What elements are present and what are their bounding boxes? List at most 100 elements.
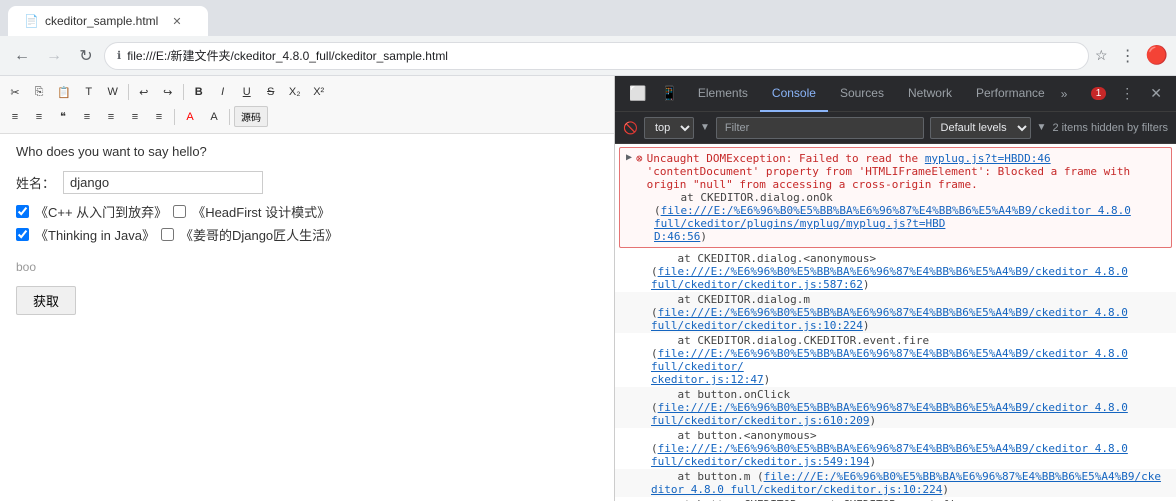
- toolbar-separator-3: [174, 109, 175, 125]
- toolbar-row-2: ≡ ≡ ❝ ≡ ≡ ≡ ≡ A A 源码: [4, 104, 610, 129]
- devtools-settings-btn[interactable]: ⋮: [1114, 81, 1140, 106]
- checkbox-cpp[interactable]: [16, 205, 29, 218]
- name-field-row: 姓名：: [16, 171, 598, 194]
- trace-link-4[interactable]: file:///E:/%E6%96%B0%E5%BB%BA%E6%96%87%E…: [651, 401, 1128, 427]
- error-circle-icon: ⊗: [636, 152, 643, 166]
- hidden-items-info: 2 items hidden by filters: [1052, 122, 1168, 134]
- error-file-link-1[interactable]: myplug.js?t=HBDD:46: [925, 152, 1051, 165]
- trace-link-5[interactable]: file:///E:/%E6%96%B0%E5%BB%BA%E6%96%87%E…: [651, 442, 1128, 468]
- trace-line-0: at CKEDITOR.dialog.onOk (file:///E:/%E6%…: [654, 191, 1165, 243]
- ckeditor-toolbar: ✂ ⎘ 📋 T W ↩ ↪ B I U S X₂ X² ≡: [0, 76, 614, 134]
- ck-question-text: Who does you want to say hello?: [16, 144, 598, 159]
- devtools-inspect-btn[interactable]: ⬜: [623, 81, 652, 106]
- ck-subscript-btn[interactable]: X₂: [284, 82, 306, 102]
- ck-align-center-btn[interactable]: ≡: [100, 107, 122, 127]
- error-message-text: Uncaught DOMException: Failed to read th…: [647, 152, 1165, 191]
- nav-bar: ← → ↻ ℹ file:///E:/新建文件夹/ckeditor_4.8.0_…: [0, 36, 1176, 76]
- console-filter-input[interactable]: [716, 117, 924, 139]
- tab-elements[interactable]: Elements: [686, 76, 760, 112]
- security-icon: ℹ: [117, 49, 121, 62]
- checkbox-group: 《C++ 从入门到放弃》 《HeadFirst 设计模式》 《Thinking …: [16, 202, 598, 244]
- trace-link-0[interactable]: file:///E:/%E6%96%B0%E5%BB%BA%E6%96%87%E…: [654, 204, 1131, 243]
- devtools-tabs: Elements Console Sources Network Perform…: [686, 76, 1072, 112]
- console-ban-icon[interactable]: 🚫: [623, 121, 638, 135]
- trace-link-2[interactable]: file:///E:/%E6%96%B0%E5%BB%BA%E6%96%87%E…: [651, 306, 1128, 332]
- trace-line-6: at button.m (file:///E:/%E6%96%B0%E5%BB%…: [615, 469, 1176, 497]
- devtools-toolbar: ⬜ 📱 Elements Console Sources Network Per…: [615, 76, 1176, 112]
- ck-ul-btn[interactable]: ≡: [28, 107, 50, 127]
- trace-line-7: at button.CKEDITOR.event.CKEDITOR.event.…: [615, 497, 1176, 501]
- submit-button[interactable]: 获取: [16, 286, 76, 315]
- extensions-button[interactable]: ⋮: [1114, 42, 1142, 70]
- ck-copy-btn[interactable]: ⎘: [28, 82, 50, 102]
- toolbar-separator-2: [183, 84, 184, 100]
- ck-undo-btn[interactable]: ↩: [133, 82, 155, 102]
- tab-performance[interactable]: Performance: [964, 76, 1057, 112]
- bookmark-button[interactable]: ☆: [1093, 45, 1110, 66]
- devtools-device-btn[interactable]: 📱: [654, 81, 683, 106]
- ck-paste-text-btn[interactable]: T: [78, 82, 100, 102]
- ck-redo-btn[interactable]: ↪: [157, 82, 179, 102]
- checkbox-cpp-label: 《C++ 从入门到放弃》: [35, 202, 167, 221]
- ck-align-left-btn[interactable]: ≡: [76, 107, 98, 127]
- back-button[interactable]: ←: [8, 42, 36, 70]
- ck-superscript-btn[interactable]: X²: [308, 82, 330, 102]
- checkbox-django-label: 《姜哥的Django匠人生活》: [180, 225, 338, 244]
- ck-justify-btn[interactable]: ≡: [148, 107, 170, 127]
- tab-close-icon[interactable]: ✕: [172, 15, 181, 28]
- error-count-badge: 1: [1091, 87, 1107, 100]
- console-level-select[interactable]: Default levels: [930, 117, 1031, 139]
- browser-window: 📄 ckeditor_sample.html ✕ ← → ↻ ℹ file://…: [0, 0, 1176, 501]
- ck-bottom-text: boo: [16, 260, 598, 274]
- trace-link-1[interactable]: file:///E:/%E6%96%B0%E5%BB%BA%E6%96%87%E…: [651, 265, 1128, 291]
- ck-source-btn[interactable]: 源码: [234, 106, 268, 127]
- devtools-panel: ⬜ 📱 Elements Console Sources Network Per…: [615, 76, 1176, 501]
- tab-sources[interactable]: Sources: [828, 76, 896, 112]
- ckeditor-content: Who does you want to say hello? 姓名： 《C++…: [0, 134, 614, 501]
- checkbox-headfirst[interactable]: [173, 205, 186, 218]
- trace-link-6[interactable]: file:///E:/%E6%96%B0%E5%BB%BA%E6%96%87%E…: [651, 470, 1161, 496]
- checkbox-java[interactable]: [16, 228, 29, 241]
- trace-line-3: at CKEDITOR.dialog.CKEDITOR.event.fire (…: [615, 333, 1176, 387]
- ck-font-color-btn[interactable]: A: [179, 107, 201, 127]
- error-trace-in-box: at CKEDITOR.dialog.onOk (file:///E:/%E6%…: [626, 191, 1165, 243]
- expand-error-icon[interactable]: ▶: [626, 152, 632, 164]
- address-text: file:///E:/新建文件夹/ckeditor_4.8.0_full/cke…: [127, 47, 1076, 64]
- more-tabs-btn[interactable]: »: [1057, 87, 1072, 101]
- devtools-right-icons: 1 ⋮ ✕: [1091, 81, 1168, 106]
- trace-link-3[interactable]: file:///E:/%E6%96%B0%E5%BB%BA%E6%96%87%E…: [651, 347, 1128, 386]
- devtools-more-btn[interactable]: ✕: [1144, 81, 1168, 106]
- ck-strike-btn[interactable]: S: [260, 82, 282, 102]
- red-circle-icon: 🔴: [1146, 45, 1168, 66]
- console-filter-bar: 🚫 top ▼ Default levels ▼ 2 items hidden …: [615, 112, 1176, 144]
- ck-underline-btn[interactable]: U: [236, 82, 258, 102]
- reload-button[interactable]: ↻: [72, 42, 100, 70]
- main-content: ✂ ⎘ 📋 T W ↩ ↪ B I U S X₂ X² ≡: [0, 76, 1176, 501]
- ck-bg-color-btn[interactable]: A: [203, 107, 225, 127]
- ck-align-right-btn[interactable]: ≡: [124, 107, 146, 127]
- ck-paste-btn[interactable]: 📋: [52, 82, 76, 102]
- console-output: ▶ ⊗ Uncaught DOMException: Failed to rea…: [615, 144, 1176, 501]
- error-main-row: ▶ ⊗ Uncaught DOMException: Failed to rea…: [626, 152, 1165, 191]
- checkbox-row-1: 《C++ 从入门到放弃》 《HeadFirst 设计模式》: [16, 202, 598, 221]
- checkbox-java-label: 《Thinking in Java》: [35, 225, 155, 244]
- ck-ol-btn[interactable]: ≡: [4, 107, 26, 127]
- console-context-select[interactable]: top: [644, 117, 694, 139]
- forward-button[interactable]: →: [40, 42, 68, 70]
- name-input[interactable]: [63, 171, 263, 194]
- ck-blockquote-btn[interactable]: ❝: [52, 107, 74, 127]
- address-bar[interactable]: ℹ file:///E:/新建文件夹/ckeditor_4.8.0_full/c…: [104, 42, 1089, 70]
- toolbar-separator-4: [229, 109, 230, 125]
- browser-tab[interactable]: 📄 ckeditor_sample.html ✕: [8, 6, 208, 36]
- context-arrow-icon: ▼: [700, 122, 710, 133]
- tab-bar: 📄 ckeditor_sample.html ✕: [0, 0, 1176, 36]
- ck-bold-btn[interactable]: B: [188, 82, 210, 102]
- checkbox-django[interactable]: [161, 228, 174, 241]
- ck-paste-word-btn[interactable]: W: [102, 82, 124, 102]
- ckeditor-panel: ✂ ⎘ 📋 T W ↩ ↪ B I U S X₂ X² ≡: [0, 76, 615, 501]
- ck-cut-btn[interactable]: ✂: [4, 82, 26, 102]
- tab-network[interactable]: Network: [896, 76, 964, 112]
- error-highlight-box: ▶ ⊗ Uncaught DOMException: Failed to rea…: [619, 147, 1172, 248]
- tab-console[interactable]: Console: [760, 76, 828, 112]
- ck-italic-btn[interactable]: I: [212, 82, 234, 102]
